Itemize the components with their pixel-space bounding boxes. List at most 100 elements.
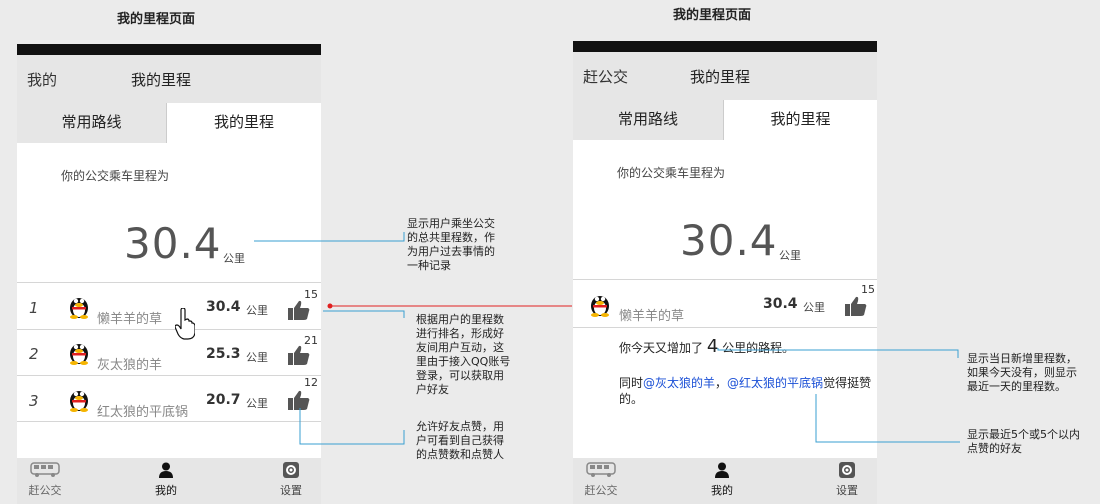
friend-unit: 公里 [246,304,268,317]
note-line: 的总共里程数，作 [407,231,495,244]
hand-cursor-icon [175,308,195,340]
friend-name: 懒羊羊的草 [619,309,685,324]
total-unit: 公里 [779,249,801,262]
annotation-like: 允许好友点赞，用 户可看到自己获得 的点赞数和点赞人 [416,420,504,462]
today-prefix: 你今天又增加了 [619,341,704,355]
divider [17,421,321,422]
rank-number: 3 [29,392,39,410]
friend-unit: 公里 [803,301,825,314]
back-button[interactable]: 赶公交 [583,66,628,87]
like-count: 15 [861,283,875,296]
nav-title: 我的里程 [690,68,751,86]
tab-label: 赶公交 [584,484,618,497]
thumbs-up-icon[interactable] [288,345,310,365]
note-line: 如果今天没有，则显示 [967,366,1077,379]
bottom-tab-bar: 赶公交 我的 设置 [17,458,321,504]
tab-settings[interactable]: 设置 [830,462,864,498]
user-icon [715,462,729,478]
note-line: 友间用户互动，这 [416,341,504,354]
divider [17,329,321,330]
total-mileage: 30.4 [124,219,222,268]
tab-label: 设置 [836,484,858,497]
bus-icon [30,462,60,477]
divider [573,327,877,328]
phone-right: 赶公交 我的里程 常用路线 我的里程 你的公交乘车里程为 30.4 公里 懒羊羊… [573,41,877,504]
note-line: 登录，可以获取用 [416,369,504,382]
tab-my-mileage[interactable]: 我的里程 [167,103,321,143]
note-line: 允许好友点赞，用 [416,420,504,433]
likers-end: 的。 [619,392,644,406]
qq-penguin-avatar [70,391,88,412]
tab-settings[interactable]: 设置 [274,462,308,498]
thumbs-up-icon[interactable] [288,390,310,410]
note-line: 显示用户乘坐公交 [407,217,495,230]
friend-name: 懒羊羊的草 [97,312,163,327]
likers-prefix: 同时 [619,376,644,390]
tab-catch-bus[interactable]: 赶公交 [25,462,65,498]
divider [573,279,877,280]
note-line: 户可看到自己获得 [416,434,504,447]
friend-name: 灰太狼的羊 [97,358,163,373]
tab-label: 赶公交 [28,484,62,497]
gear-icon [283,462,299,478]
phone-left: 我的 我的里程 常用路线 我的里程 你的公交乘车里程为 30.4 公里 1 懒羊… [17,44,321,504]
annotation-ranking: 根据用户的里程数 进行排名，形成好 友间用户互动，这 里由于接入QQ账号 登录，… [416,313,510,397]
friend-mileage: 25.3 [206,346,241,362]
friend-unit: 公里 [246,397,268,410]
mileage-intro: 你的公交乘车里程为 [61,169,170,183]
friend-mileage: 30.4 [763,296,798,312]
qq-penguin-avatar [70,344,88,365]
thumbs-up-icon[interactable] [288,300,310,320]
nav-bar: 我的 我的里程 [17,55,321,103]
tab-my-mileage[interactable]: 我的里程 [724,100,877,140]
like-count: 21 [304,334,318,347]
page-title-right: 我的里程页面 [673,8,752,23]
bus-icon [586,462,616,477]
friend-mileage: 20.7 [206,392,241,408]
gear-icon [839,462,855,478]
mention-link[interactable]: @灰太狼的羊 [643,376,715,390]
annotation-today: 显示当日新增里程数， 如果今天没有，则显示 最近一天的里程数。 [967,352,1077,394]
total-unit: 公里 [223,252,245,265]
mileage-intro: 你的公交乘车里程为 [617,166,726,180]
qq-penguin-avatar [70,298,88,319]
friend-unit: 公里 [246,351,268,364]
note-line: 一种记录 [407,259,451,272]
likers-separator: ， [715,376,728,390]
tab-bar-top: 常用路线 我的里程 [573,100,877,140]
mention-link[interactable]: @红太狼的平底锅 [727,376,823,390]
like-count: 15 [304,288,318,301]
bottom-tab-bar: 赶公交 我的 设置 [573,458,877,504]
divider [17,375,321,376]
thumbs-up-icon[interactable] [845,296,867,316]
back-button[interactable]: 我的 [27,69,57,90]
divider [17,282,321,283]
annotation-likers: 显示最近5个或5个以内 点赞的好友 [967,428,1080,456]
tab-mine[interactable]: 我的 [149,462,183,498]
tab-catch-bus[interactable]: 赶公交 [581,462,621,498]
today-value: 4 [706,336,719,357]
tab-mine[interactable]: 我的 [705,462,739,498]
note-line: 里由于接入QQ账号 [416,355,511,368]
tab-label: 我的 [711,484,733,497]
rank-number: 2 [29,345,39,363]
tab-common-routes[interactable]: 常用路线 [573,100,724,140]
qq-penguin-avatar [591,296,609,317]
note-line: 根据用户的里程数 [416,313,504,326]
status-bar [17,44,321,55]
note-line: 户好友 [416,383,449,396]
note-line: 显示当日新增里程数， [967,352,1077,365]
note-line: 显示最近5个或5个以内 [967,428,1080,441]
note-line: 点赞的好友 [967,442,1022,455]
friend-name: 红太狼的平底锅 [97,405,189,420]
status-bar [573,41,877,52]
tab-common-routes[interactable]: 常用路线 [17,103,167,143]
friend-mileage: 30.4 [206,299,241,315]
tab-label: 设置 [280,484,302,497]
today-suffix: 公里的路程。 [722,341,795,355]
note-line: 进行排名，形成好 [416,327,504,340]
user-icon [159,462,173,478]
like-count: 12 [304,376,318,389]
note-line: 的点赞数和点赞人 [416,448,504,461]
nav-bar: 赶公交 我的里程 [573,52,877,100]
